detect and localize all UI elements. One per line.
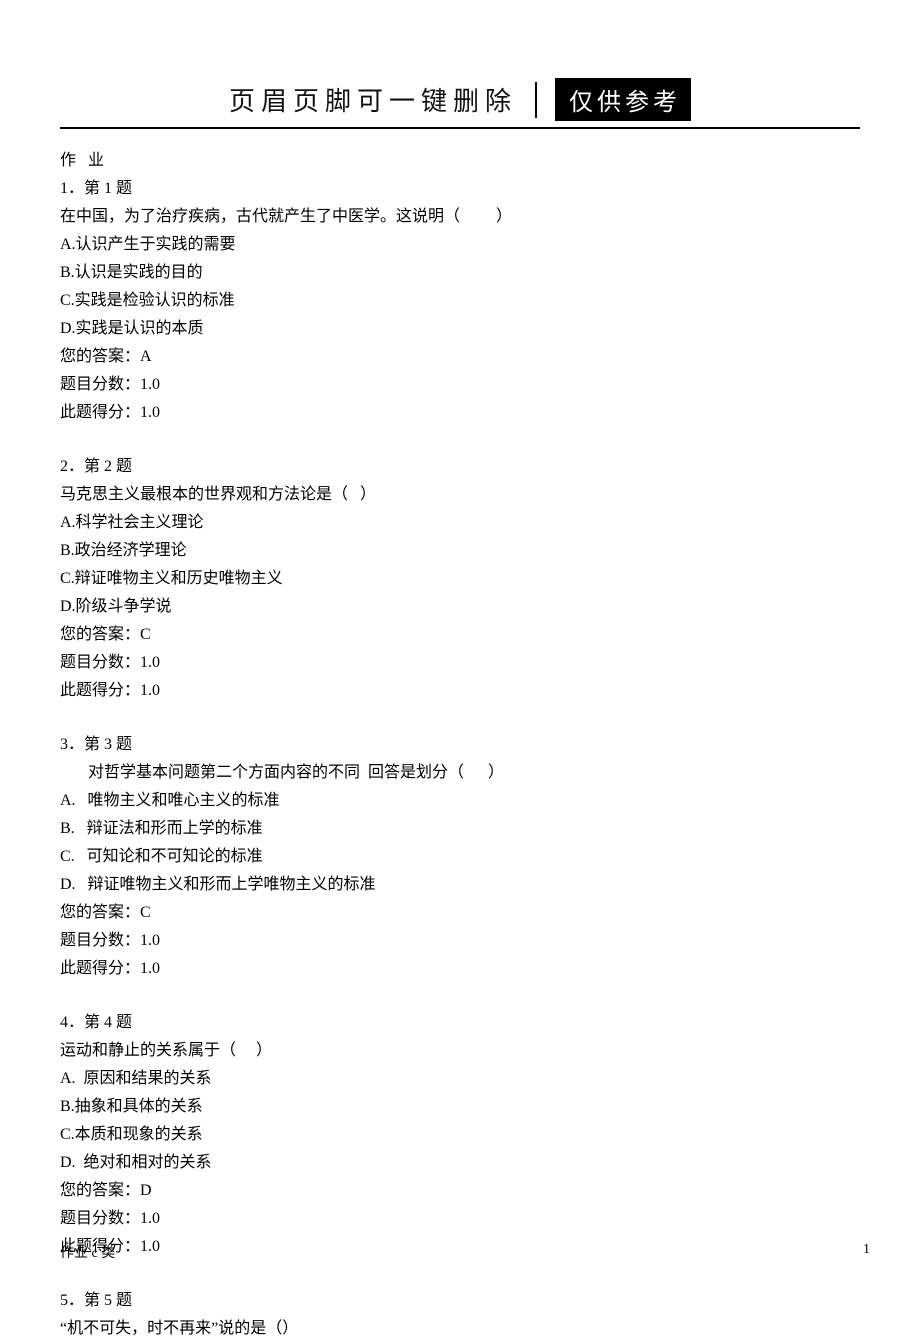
page: 页眉页脚可一键删除 仅供参考 作 业 1．第 1 题 在中国，为了治疗疾病，古代…	[0, 0, 920, 1343]
header-left-text: 页眉页脚可一键删除	[229, 81, 517, 118]
page-footer: 作业 c 类 1	[60, 1242, 870, 1262]
question-option: B.抽象和具体的关系	[60, 1093, 860, 1121]
question-block: 4．第 4 题 运动和静止的关系属于（ ） A. 原因和结果的关系 B.抽象和具…	[60, 1009, 860, 1261]
question-option: B.政治经济学理论	[60, 537, 860, 565]
header-rule	[60, 127, 860, 129]
question-stem: “机不可失，时不再来”说的是（）	[60, 1315, 860, 1343]
question-block: 1．第 1 题 在中国，为了治疗疾病，古代就产生了中医学。这说明（ ） A.认识…	[60, 175, 860, 427]
answer-line: 您的答案：A	[60, 343, 860, 371]
question-option: C.本质和现象的关系	[60, 1121, 860, 1149]
question-number: 4．第 4 题	[60, 1009, 860, 1037]
answer-line: 您的答案：C	[60, 899, 860, 927]
question-option: A. 原因和结果的关系	[60, 1065, 860, 1093]
question-option: A. 唯物主义和唯心主义的标准	[60, 787, 860, 815]
block-gap	[60, 983, 860, 1009]
header-badge: 仅供参考	[555, 78, 691, 121]
question-option: A.认识产生于实践的需要	[60, 231, 860, 259]
got-line: 此题得分：1.0	[60, 399, 860, 427]
block-gap	[60, 705, 860, 731]
question-option: B.认识是实践的目的	[60, 259, 860, 287]
question-option: C. 可知论和不可知论的标准	[60, 843, 860, 871]
block-gap	[60, 1261, 860, 1287]
score-line: 题目分数：1.0	[60, 649, 860, 677]
question-option: D. 绝对和相对的关系	[60, 1149, 860, 1177]
question-option: D.实践是认识的本质	[60, 315, 860, 343]
question-block: 5．第 5 题 “机不可失，时不再来”说的是（）	[60, 1287, 860, 1343]
question-number: 5．第 5 题	[60, 1287, 860, 1315]
question-stem: 对哲学基本问题第二个方面内容的不同 回答是划分（ ）	[60, 759, 860, 787]
question-stem: 马克思主义最根本的世界观和方法论是（ ）	[60, 481, 860, 509]
question-option: C.实践是检验认识的标准	[60, 287, 860, 315]
score-line: 题目分数：1.0	[60, 371, 860, 399]
got-line: 此题得分：1.0	[60, 955, 860, 983]
question-option: D. 辩证唯物主义和形而上学唯物主义的标准	[60, 871, 860, 899]
question-block: 2．第 2 题 马克思主义最根本的世界观和方法论是（ ） A.科学社会主义理论 …	[60, 453, 860, 705]
section-title: 作 业	[60, 147, 860, 175]
question-option: B. 辩证法和形而上学的标准	[60, 815, 860, 843]
question-number: 1．第 1 题	[60, 175, 860, 203]
question-number: 2．第 2 题	[60, 453, 860, 481]
content-body: 作 业 1．第 1 题 在中国，为了治疗疾病，古代就产生了中医学。这说明（ ） …	[60, 147, 860, 1343]
answer-line: 您的答案：D	[60, 1177, 860, 1205]
page-header: 页眉页脚可一键删除 仅供参考	[60, 78, 860, 121]
block-gap	[60, 427, 860, 453]
footer-left: 作业 c 类	[60, 1242, 115, 1262]
question-number: 3．第 3 题	[60, 731, 860, 759]
score-line: 题目分数：1.0	[60, 927, 860, 955]
question-stem: 运动和静止的关系属于（ ）	[60, 1037, 860, 1065]
got-line: 此题得分：1.0	[60, 677, 860, 705]
answer-line: 您的答案：C	[60, 621, 860, 649]
question-option: C.辩证唯物主义和历史唯物主义	[60, 565, 860, 593]
header-divider	[535, 82, 537, 118]
question-stem: 在中国，为了治疗疾病，古代就产生了中医学。这说明（ ）	[60, 203, 860, 231]
question-option: D.阶级斗争学说	[60, 593, 860, 621]
score-line: 题目分数：1.0	[60, 1205, 860, 1233]
question-block: 3．第 3 题 对哲学基本问题第二个方面内容的不同 回答是划分（ ） A. 唯物…	[60, 731, 860, 983]
footer-page-number: 1	[863, 1242, 870, 1262]
question-option: A.科学社会主义理论	[60, 509, 860, 537]
